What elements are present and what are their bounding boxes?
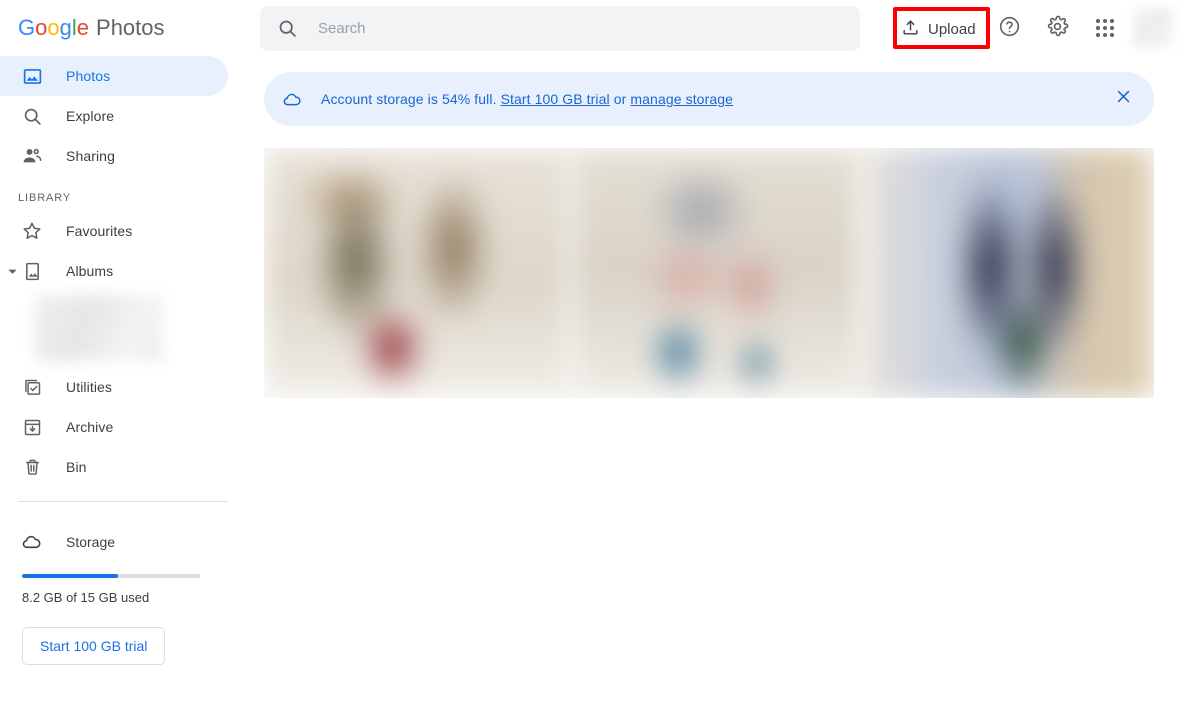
settings-button[interactable] <box>1037 8 1077 48</box>
sidebar-divider <box>18 501 228 502</box>
start-trial-button[interactable]: Start 100 GB trial <box>22 627 166 665</box>
logo-letter-g1: G <box>18 15 36 40</box>
app-header: Google Photos Upload <box>0 0 1189 56</box>
search-input[interactable] <box>316 8 816 49</box>
upload-icon <box>901 18 920 40</box>
sidebar-item-archive[interactable]: Archive <box>0 407 228 447</box>
sidebar: Photos Explore Sharing LIBRARY Favourite… <box>0 56 248 714</box>
google-wordmark: Google <box>18 15 89 41</box>
product-name: Photos <box>96 15 165 40</box>
sidebar-item-sharing[interactable]: Sharing <box>0 136 228 176</box>
logo-letter-e: e <box>76 15 90 40</box>
help-button[interactable] <box>989 8 1029 48</box>
help-circle-icon <box>998 15 1021 41</box>
banner-close-button[interactable] <box>1106 82 1140 116</box>
main-content: Account storage is 54% full. Start 100 G… <box>248 56 1189 714</box>
sidebar-item-label: Favourites <box>66 223 133 239</box>
photo-thumbnail[interactable] <box>264 148 570 398</box>
upload-label: Upload <box>928 20 976 38</box>
search-bar[interactable] <box>260 6 860 51</box>
banner-text: Account storage is 54% full. Start 100 G… <box>321 91 733 107</box>
apps-button[interactable] <box>1085 8 1125 48</box>
photo-row <box>264 148 1154 398</box>
sidebar-item-label: Utilities <box>66 379 113 395</box>
upload-button[interactable]: Upload <box>901 16 976 42</box>
storage-progress-bar <box>22 574 200 578</box>
banner-manage-link[interactable]: manage storage <box>630 91 733 107</box>
sidebar-item-storage[interactable]: Storage <box>0 522 248 562</box>
cloud-icon <box>282 89 303 110</box>
avatar[interactable] <box>1133 8 1173 48</box>
chevron-down-icon[interactable] <box>4 263 20 279</box>
trash-icon <box>20 455 44 479</box>
sidebar-item-photos[interactable]: Photos <box>0 56 228 96</box>
banner-prefix: Account storage is 54% full. <box>321 91 497 107</box>
storage-usage-text: 8.2 GB of 15 GB used <box>22 590 150 605</box>
album-thumbnail[interactable] <box>35 295 163 361</box>
logo-letter-o1: o <box>35 15 48 40</box>
sidebar-item-albums[interactable]: Albums <box>0 251 228 291</box>
sidebar-item-label: Albums <box>66 263 114 279</box>
photo-thumbnail[interactable] <box>862 148 1154 398</box>
storage-label: Storage <box>66 534 116 550</box>
storage-progress-fill <box>22 574 119 578</box>
cloud-icon <box>20 531 44 553</box>
album-icon <box>20 259 44 283</box>
apps-grid-icon <box>1096 19 1114 37</box>
banner-or: or <box>613 91 627 107</box>
search-icon <box>277 18 298 39</box>
people-icon <box>20 144 44 168</box>
sidebar-item-bin[interactable]: Bin <box>0 447 228 487</box>
sidebar-item-label: Photos <box>66 68 111 84</box>
sidebar-item-utilities[interactable]: Utilities <box>0 367 228 407</box>
gear-icon <box>1046 15 1069 41</box>
utilities-icon <box>20 375 44 399</box>
sidebar-item-label: Bin <box>66 459 87 475</box>
close-icon <box>1115 88 1132 110</box>
sidebar-item-label: Sharing <box>66 148 115 164</box>
archive-icon <box>20 415 44 439</box>
search-icon <box>20 104 44 128</box>
logo-letter-g2: g <box>59 15 72 40</box>
logo-letter-o2: o <box>47 15 60 40</box>
storage-banner: Account storage is 54% full. Start 100 G… <box>264 72 1154 126</box>
sidebar-item-explore[interactable]: Explore <box>0 96 228 136</box>
sidebar-item-favourites[interactable]: Favourites <box>0 211 228 251</box>
sidebar-item-label: Explore <box>66 108 115 124</box>
sidebar-item-label: Archive <box>66 419 114 435</box>
photo-thumbnail[interactable] <box>570 148 862 398</box>
banner-trial-link[interactable]: Start 100 GB trial <box>501 91 610 107</box>
photo-icon <box>20 64 44 88</box>
star-icon <box>20 219 44 243</box>
app-logo[interactable]: Google Photos <box>18 15 248 41</box>
sidebar-section-library: LIBRARY <box>18 192 72 204</box>
